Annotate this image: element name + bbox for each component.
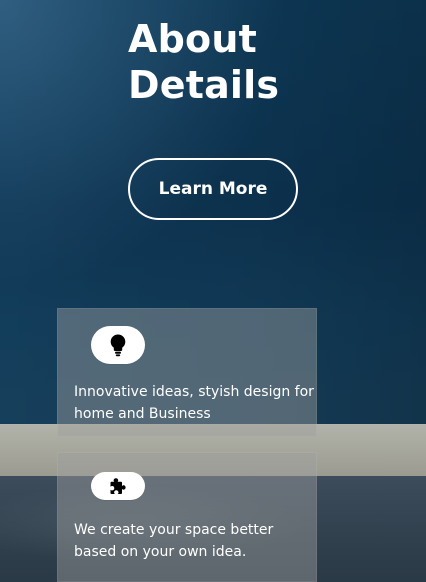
feature-card-custom-space: We create your space better based on you… [57, 452, 317, 582]
feature-card-text: Innovative ideas, styish design for home… [74, 384, 314, 422]
learn-more-label: Learn More [158, 179, 268, 199]
lightbulb-icon [109, 333, 127, 357]
feature-card-innovative: Innovative ideas, styish design for home… [57, 308, 317, 437]
icon-pill [91, 472, 145, 500]
title-line-1: About [128, 17, 257, 61]
learn-more-button[interactable]: Learn More [128, 158, 298, 220]
icon-pill [91, 326, 145, 364]
title-line-2: Details [128, 63, 280, 107]
puzzle-icon [108, 476, 128, 496]
about-details-section: About Details Learn More Innovative idea… [0, 0, 426, 582]
feature-card-text: We create your space better based on you… [74, 522, 274, 560]
page-title: About Details [128, 16, 388, 108]
